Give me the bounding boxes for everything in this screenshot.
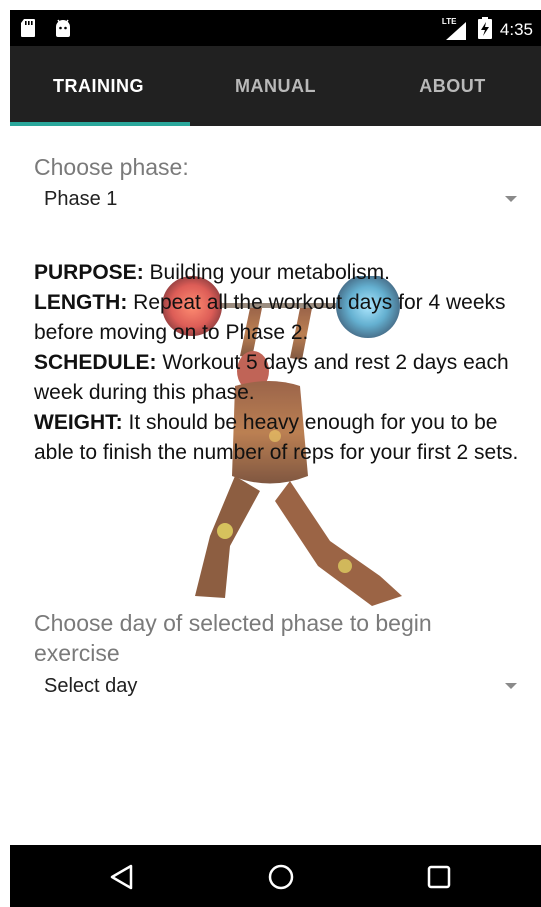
phase-selected-value: Phase 1 bbox=[44, 187, 118, 210]
lte-signal-icon: LTE bbox=[441, 17, 470, 41]
length-line: LENGTH: Repeat all the workout days for … bbox=[34, 288, 529, 348]
tab-about[interactable]: ABOUT bbox=[364, 46, 541, 126]
sd-card-icon bbox=[20, 18, 36, 42]
clock: 4:35 bbox=[499, 20, 533, 39]
status-bar: LTE 4:35 bbox=[10, 10, 541, 46]
android-icon bbox=[54, 18, 72, 42]
purpose-line: PURPOSE: Building your metabolism. bbox=[34, 258, 529, 288]
network-type-label: LTE bbox=[441, 17, 457, 26]
tab-manual[interactable]: MANUAL bbox=[187, 46, 364, 126]
phase-spinner[interactable]: Phase 1 bbox=[34, 181, 521, 217]
battery-charging-icon bbox=[477, 17, 492, 43]
home-circle-icon bbox=[268, 864, 294, 890]
tab-training[interactable]: TRAINING bbox=[10, 46, 187, 126]
weight-line: WEIGHT: It should be heavy enough for yo… bbox=[34, 408, 529, 468]
app-screen: LTE 4:35 TRAINING MANUAL ABOUT Choose ph… bbox=[0, 0, 541, 907]
tab-strip: TRAINING MANUAL ABOUT bbox=[10, 46, 541, 126]
weight-title: WEIGHT: bbox=[34, 411, 123, 434]
schedule-line: SCHEDULE: Workout 5 days and rest 2 days… bbox=[34, 348, 529, 408]
length-title: LENGTH: bbox=[34, 291, 128, 314]
back-triangle-icon bbox=[110, 864, 133, 890]
day-label: Choose day of selected phase to begin ex… bbox=[34, 610, 432, 666]
navigation-bar bbox=[10, 845, 541, 907]
phase-label: Choose phase: bbox=[34, 154, 189, 180]
schedule-title: SCHEDULE: bbox=[34, 351, 157, 374]
dropdown-arrow-icon bbox=[505, 196, 517, 202]
app-bar: TRAINING MANUAL ABOUT bbox=[10, 46, 541, 126]
phase-description: PURPOSE: Building your metabolism. LENGT… bbox=[34, 258, 529, 468]
day-spinner[interactable]: Select day bbox=[34, 668, 521, 704]
back-button[interactable] bbox=[107, 861, 139, 893]
purpose-text: Building your metabolism. bbox=[143, 261, 390, 284]
dropdown-arrow-icon bbox=[505, 683, 517, 689]
training-panel: Choose phase: Phase 1 PURPOSE: Building … bbox=[10, 126, 541, 845]
home-button[interactable] bbox=[265, 861, 297, 893]
recents-square-icon bbox=[427, 865, 451, 889]
purpose-title: PURPOSE: bbox=[34, 261, 144, 284]
day-selected-value: Select day bbox=[44, 674, 138, 697]
recents-button[interactable] bbox=[423, 861, 455, 893]
